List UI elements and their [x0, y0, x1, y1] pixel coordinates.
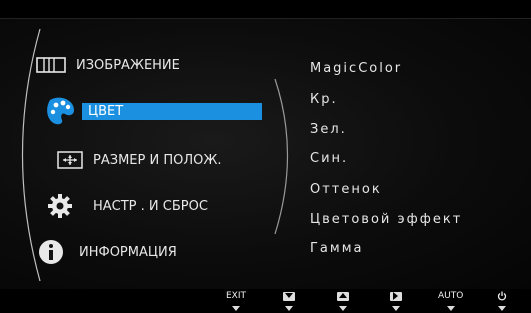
info-icon [37, 238, 65, 266]
submenu-item-green[interactable]: Зел. [310, 122, 347, 137]
menu-label-size-position: РАЗМЕР И ПОЛОЖ. [93, 152, 222, 168]
menu-label-information: ИНФОРМАЦИЯ [79, 244, 177, 260]
button-guide-bar: EXIT AUTO [0, 289, 531, 313]
menu-item-setup-reset[interactable]: НАСТР . И СБРОС [47, 193, 208, 219]
menu-label-color: ЦВЕТ [82, 102, 262, 120]
exit-label: EXIT [226, 291, 247, 301]
menu-item-color[interactable]: ЦВЕТ [44, 96, 262, 126]
submenu-item-gamma[interactable]: Гамма [310, 241, 363, 256]
power-button[interactable] [497, 290, 507, 312]
exit-button[interactable]: EXIT [226, 290, 246, 312]
submenu-item-blue[interactable]: Син. [310, 151, 348, 166]
menu-label-setup-reset: НАСТР . И СБРОС [93, 198, 208, 214]
menu-arc-right [274, 78, 289, 235]
auto-button[interactable]: AUTO [438, 290, 463, 312]
exit-pointer-icon [232, 306, 240, 311]
up-arrow-icon [337, 291, 349, 301]
right-pointer-icon [392, 306, 400, 311]
submenu-item-color-tone[interactable]: Оттенок [310, 182, 382, 197]
submenu-item-color-effect[interactable]: Цветовой эффект [310, 212, 462, 227]
menu-item-information[interactable]: ИНФОРМАЦИЯ [37, 239, 177, 265]
down-pointer-icon [285, 306, 293, 311]
submenu-item-red[interactable]: Кр. [310, 92, 338, 107]
picture-icon [36, 56, 66, 74]
color-palette-icon [44, 96, 76, 126]
submenu-item-magiccolor[interactable]: MagicColor [310, 61, 402, 76]
auto-pointer-icon [446, 306, 455, 311]
power-icon [497, 290, 507, 302]
size-position-icon [57, 151, 83, 169]
up-button[interactable] [337, 290, 349, 312]
gear-icon [47, 193, 73, 219]
menu-item-size-position[interactable]: РАЗМЕР И ПОЛОЖ. [57, 147, 221, 173]
right-button[interactable] [390, 290, 402, 312]
menu-item-picture[interactable]: ИЗОБРАЖЕНИЕ [36, 52, 180, 78]
osd-menu: ИЗОБРАЖЕНИЕ ЦВЕТ РАЗМЕР И ПОЛОЖ. НАСТР .… [0, 18, 531, 289]
monitor-screen: ИЗОБРАЖЕНИЕ ЦВЕТ РАЗМЕР И ПОЛОЖ. НАСТР .… [0, 0, 531, 313]
right-arrow-icon [390, 291, 402, 301]
down-button[interactable] [283, 290, 295, 312]
power-pointer-icon [498, 306, 506, 311]
menu-label-picture: ИЗОБРАЖЕНИЕ [76, 57, 180, 73]
up-pointer-icon [339, 306, 347, 311]
down-arrow-icon [283, 291, 295, 301]
auto-label: AUTO [438, 291, 464, 301]
